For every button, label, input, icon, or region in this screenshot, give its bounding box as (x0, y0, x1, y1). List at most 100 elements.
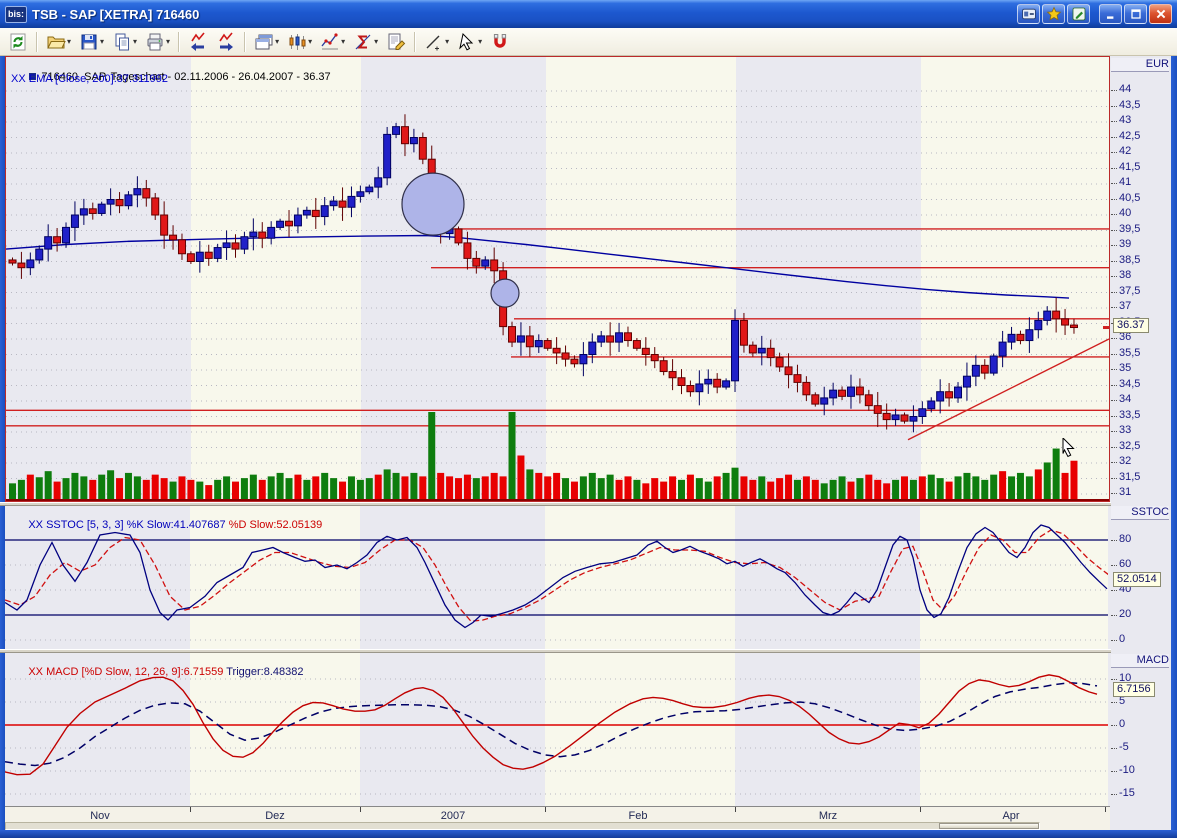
chart-prev-icon (188, 32, 208, 52)
month-label: Dez (265, 810, 285, 822)
axis-tick-mark (1111, 307, 1117, 308)
axis-tick-label: 34,5 (1119, 378, 1140, 390)
dropdown-arrow-icon[interactable]: ▾ (67, 37, 71, 46)
dropdown-arrow-icon[interactable]: ▾ (275, 37, 279, 46)
functions-button[interactable]: ▾ (350, 30, 381, 54)
refresh-chart-button[interactable] (5, 30, 31, 54)
pencil-icon (1071, 6, 1087, 22)
axis-tick-mark (1111, 245, 1117, 246)
macd-axis-title: MACD (1111, 654, 1169, 668)
chart-layout-button[interactable]: ▾ (251, 30, 282, 54)
edit-button[interactable] (1067, 4, 1090, 24)
copy-button[interactable]: ▾ (109, 30, 140, 54)
axis-tick-mark (1111, 354, 1117, 355)
dropdown-arrow-icon[interactable]: ▾ (445, 37, 449, 46)
save-button[interactable]: ▾ (76, 30, 107, 54)
axis-tick-label: 38 (1119, 269, 1131, 281)
previous-chart-button[interactable] (185, 30, 211, 54)
month-label: Feb (629, 810, 648, 822)
axis-tick-mark (1111, 230, 1117, 231)
axis-tick-mark (1111, 385, 1117, 386)
month-tick-mark (360, 807, 361, 812)
panel-toggle-button[interactable] (1017, 4, 1040, 24)
axis-tick-mark (1111, 168, 1117, 169)
price-axis-title: EUR (1111, 58, 1169, 72)
favorites-button[interactable] (1042, 4, 1065, 24)
folder-icon (46, 32, 66, 52)
main-chart-panel[interactable]: 716460 SAP, Tageschart - 02.11.2006 - 26… (5, 56, 1110, 502)
axis-tick-label: -10 (1119, 764, 1135, 776)
axis-tick-mark (1111, 121, 1117, 122)
close-button[interactable] (1149, 4, 1172, 24)
window-icon (254, 32, 274, 52)
axis-tick-mark (1111, 725, 1117, 726)
axis-tick-label: 35 (1119, 362, 1131, 374)
sigma-icon (353, 32, 373, 52)
month-tick-mark (1105, 807, 1106, 812)
dropdown-arrow-icon[interactable]: ▾ (166, 37, 170, 46)
chart-type-button[interactable]: ▾ (284, 30, 315, 54)
dropdown-arrow-icon[interactable]: ▾ (133, 37, 137, 46)
dropdown-arrow-icon[interactable]: ▾ (374, 37, 378, 46)
maximize-button[interactable] (1124, 4, 1147, 24)
axis-tick-label: 80 (1119, 533, 1131, 545)
properties-button[interactable] (383, 30, 409, 54)
month-label: Nov (90, 810, 110, 822)
month-tick-mark (190, 807, 191, 812)
window-border-bottom (0, 830, 1177, 838)
dropdown-arrow-icon[interactable]: ▾ (341, 37, 345, 46)
axis-tick-mark (1111, 447, 1117, 448)
month-bands (6, 57, 1109, 501)
axis-tick-label: 39,5 (1119, 223, 1140, 235)
min-icon (1103, 6, 1119, 22)
dropdown-arrow-icon[interactable]: ▾ (100, 37, 104, 46)
indicators-button[interactable]: ▾ (317, 30, 348, 54)
axis-tick-mark (1111, 199, 1117, 200)
axis-tick-label: 43 (1119, 114, 1131, 126)
macd-panel[interactable]: XX MACD [%D Slow, 12, 26, 9]:6.71559 Tri… (5, 653, 1110, 806)
panel-icon (1021, 6, 1037, 22)
axis-tick-mark (1111, 431, 1117, 432)
minimize-button[interactable] (1099, 4, 1122, 24)
next-chart-button[interactable] (213, 30, 239, 54)
refresh-icon (8, 32, 28, 52)
axis-tick-label: 33,5 (1119, 409, 1140, 421)
axis-tick-mark (1111, 540, 1117, 541)
draw-line-button[interactable]: ▾ (421, 30, 452, 54)
axis-tick-label: 44 (1119, 83, 1131, 95)
dropdown-arrow-icon[interactable]: ▾ (478, 37, 482, 46)
page-edit-icon (386, 32, 406, 52)
title-bar[interactable]: bis: TSB - SAP [XETRA] 716460 (0, 0, 1177, 28)
axis-tick-mark (1111, 478, 1117, 479)
axis-tick-label: 34 (1119, 393, 1131, 405)
axis-tick-mark (1111, 214, 1117, 215)
month-label: 2007 (441, 810, 465, 822)
print-button[interactable]: ▾ (142, 30, 173, 54)
axis-tick-mark (1111, 106, 1117, 107)
pointer-button[interactable]: ▾ (454, 30, 485, 54)
ema-legend: XX EMA [Close, 200]:37.311992 (11, 73, 168, 85)
scrollbar-thumb[interactable] (939, 823, 1039, 829)
magnet-button[interactable] (487, 30, 513, 54)
dropdown-arrow-icon[interactable]: ▾ (308, 37, 312, 46)
window-title: TSB - SAP [XETRA] 716460 (32, 7, 1015, 22)
bars-icon (287, 32, 307, 52)
close-icon (1153, 6, 1169, 22)
cursor-icon (457, 32, 477, 52)
sstoc-k-label: XX SSTOC [5, 3, 3] %K Slow:41.407687 (28, 519, 225, 531)
axis-tick-mark (1111, 794, 1117, 795)
sstoc-panel[interactable]: XX SSTOC [5, 3, 3] %K Slow:41.407687 %D … (5, 506, 1110, 649)
disk-icon (79, 32, 99, 52)
horizontal-scrollbar[interactable] (5, 822, 1040, 830)
axis-tick-label: 0 (1119, 718, 1125, 730)
axis-tick-label: -5 (1119, 741, 1129, 753)
month-tick-mark (920, 807, 921, 812)
axis-tick-label: 42 (1119, 145, 1131, 157)
axis-tick-label: -15 (1119, 787, 1135, 799)
value-axis-strip: EUR 4443,54342,54241,54140,54039,53938,5… (1111, 56, 1171, 806)
open-button[interactable]: ▾ (43, 30, 74, 54)
axis-tick-mark (1111, 748, 1117, 749)
axis-tick-label: 43,5 (1119, 99, 1140, 111)
magnet-icon (490, 32, 510, 52)
line-icon (424, 32, 444, 52)
